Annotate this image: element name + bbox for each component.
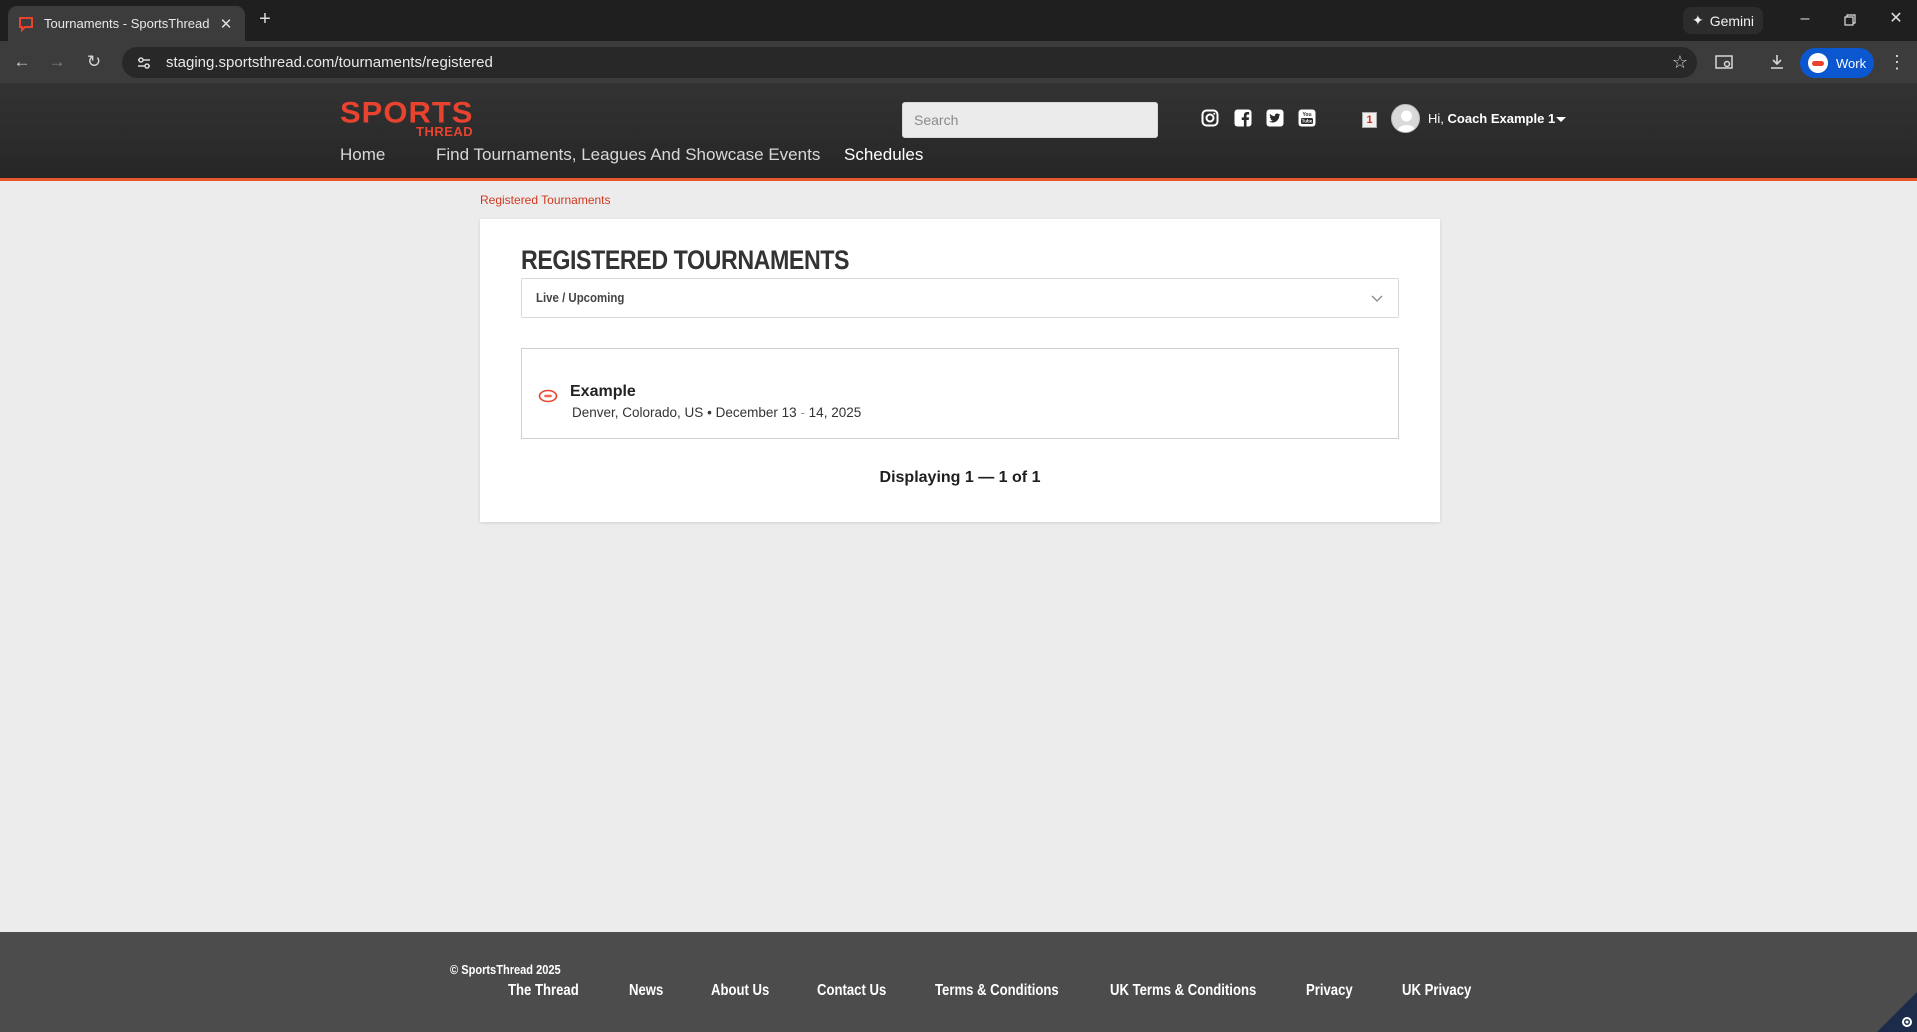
footer-link-about-us[interactable]: About Us <box>711 982 769 1000</box>
greeting-prefix: Hi, <box>1428 111 1444 126</box>
site-header: SPORTS THREAD YouTube 1 Hi, Coach Exampl… <box>0 83 1917 181</box>
tournament-list-item[interactable]: Example Denver, Colorado, US • December … <box>521 348 1399 439</box>
browser-tab-bar: Tournaments - SportsThread ✕ + ✦ Gemini … <box>0 0 1917 41</box>
tab-title: Tournaments - SportsThread <box>44 16 210 31</box>
svg-text:Tube: Tube <box>1302 119 1313 124</box>
site-footer: © SportsThread 2025 The Thread News Abou… <box>0 932 1917 1032</box>
tournament-details: Denver, Colorado, US • December 13 - 14,… <box>572 405 861 420</box>
svg-text:You: You <box>1302 112 1311 118</box>
profile-avatar-icon <box>1808 53 1828 73</box>
breadcrumb[interactable]: Registered Tournaments <box>480 193 611 207</box>
football-icon <box>538 389 558 403</box>
browser-tab[interactable]: Tournaments - SportsThread ✕ <box>8 6 245 41</box>
site-info-icon[interactable] <box>134 53 154 73</box>
browser-menu-icon[interactable]: ⋮ <box>1886 50 1908 74</box>
footer-link-contact-us[interactable]: Contact Us <box>817 982 886 1000</box>
profile-label: Work <box>1836 55 1867 71</box>
close-window-icon[interactable]: ✕ <box>1881 8 1911 32</box>
restore-window-icon[interactable] <box>1835 8 1865 32</box>
date-range-separator: - <box>800 405 805 420</box>
copyright: © SportsThread 2025 <box>450 962 561 977</box>
back-arrow-icon[interactable]: ← <box>10 50 34 74</box>
footer-link-terms[interactable]: Terms & Conditions <box>935 982 1059 1000</box>
nav-find-tournaments[interactable]: Find Tournaments, Leagues And Showcase E… <box>436 145 820 165</box>
profile-chip[interactable]: Work <box>1800 48 1874 78</box>
tournament-date-end: 14, 2025 <box>808 405 862 420</box>
bookmark-star-icon[interactable]: ☆ <box>1663 52 1697 73</box>
tournament-location: Denver, Colorado, US <box>572 405 704 420</box>
footer-link-uk-terms[interactable]: UK Terms & Conditions <box>1110 982 1256 1000</box>
sportsthread-favicon-icon <box>18 16 34 32</box>
status-filter-select[interactable]: Live / Upcoming <box>521 278 1399 318</box>
youtube-icon[interactable]: You Tube <box>1298 109 1318 129</box>
tournament-date-start: December 13 <box>715 405 797 420</box>
instagram-icon[interactable] <box>1201 109 1221 129</box>
tournament-name[interactable]: Example <box>570 383 636 401</box>
browser-toolbar: ← → ↻ staging.sportsthread.com/tournamen… <box>0 41 1917 83</box>
settings-gear-icon[interactable] <box>1877 992 1917 1032</box>
site-search-input[interactable] <box>902 102 1158 138</box>
user-greeting[interactable]: Hi, Coach Example 1 <box>1428 111 1555 126</box>
download-icon[interactable] <box>1764 50 1790 74</box>
facebook-icon[interactable] <box>1234 109 1254 129</box>
footer-link-uk-privacy[interactable]: UK Privacy <box>1402 982 1471 1000</box>
new-tab-button[interactable]: + <box>253 8 277 32</box>
reading-mode-icon[interactable] <box>1711 50 1737 74</box>
nav-schedules[interactable]: Schedules <box>844 145 923 165</box>
forward-arrow-icon[interactable]: → <box>45 50 69 74</box>
close-tab-icon[interactable]: ✕ <box>217 15 235 33</box>
chevron-down-icon <box>1370 291 1384 305</box>
gemini-label: Gemini <box>1709 12 1755 29</box>
notification-badge[interactable]: 1 <box>1362 112 1377 128</box>
logo-subtext: THREAD <box>416 124 474 139</box>
url-text: staging.sportsthread.com/tournaments/reg… <box>166 54 493 71</box>
gemini-button[interactable]: ✦ Gemini <box>1683 7 1763 34</box>
footer-link-privacy[interactable]: Privacy <box>1306 982 1353 1000</box>
twitter-icon[interactable] <box>1266 109 1286 129</box>
footer-link-the-thread[interactable]: The Thread <box>508 982 579 1000</box>
nav-home[interactable]: Home <box>340 145 385 165</box>
user-avatar[interactable] <box>1391 104 1420 133</box>
meta-separator: • <box>707 405 712 420</box>
address-bar[interactable]: staging.sportsthread.com/tournaments/reg… <box>122 47 1697 78</box>
filter-selected-value: Live / Upcoming <box>536 290 625 305</box>
registered-tournaments-card: REGISTERED TOURNAMENTS Live / Upcoming E… <box>480 219 1440 522</box>
user-menu-caret-icon[interactable] <box>1556 117 1566 122</box>
reload-icon[interactable]: ↻ <box>82 50 106 74</box>
pagination-summary: Displaying 1 — 1 of 1 <box>879 469 1041 486</box>
gemini-sparkle-icon: ✦ <box>1691 12 1704 28</box>
sportsthread-logo[interactable]: SPORTS THREAD <box>340 97 480 139</box>
page-title: REGISTERED TOURNAMENTS <box>521 245 850 275</box>
user-name: Coach Example 1 <box>1447 111 1556 126</box>
footer-link-news[interactable]: News <box>629 982 663 1000</box>
minimize-window-icon[interactable]: – <box>1790 8 1820 32</box>
